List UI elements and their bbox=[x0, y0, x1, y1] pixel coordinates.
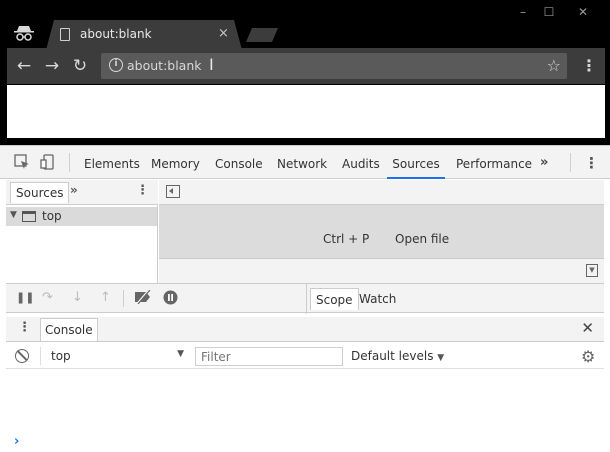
tab-watch[interactable]: Watch bbox=[354, 288, 401, 310]
pause-icon[interactable]: ❚❚ bbox=[16, 291, 34, 304]
toolbar-divider bbox=[570, 153, 571, 172]
step-over-icon[interactable]: ↷ bbox=[42, 290, 53, 305]
step-out-icon[interactable]: ↑ bbox=[100, 290, 111, 305]
star-icon[interactable]: ☆ bbox=[547, 56, 561, 75]
browser-tab[interactable]: about:blank × bbox=[46, 20, 242, 50]
tab-elements[interactable]: Elements bbox=[84, 146, 140, 179]
url-text: about:blank bbox=[127, 58, 202, 73]
tab-title: about:blank bbox=[80, 27, 152, 41]
text-cursor-icon: I bbox=[209, 55, 214, 74]
toolbar-divider bbox=[69, 153, 70, 172]
page-icon bbox=[60, 28, 70, 41]
prompt-chevron-icon: › bbox=[14, 434, 20, 449]
browser-window: – ☐ ✕ about:blank × ← → ↻ i about:blank bbox=[0, 0, 610, 145]
inspect-element-icon[interactable] bbox=[14, 154, 30, 174]
context-select[interactable]: top ▼ bbox=[40, 347, 184, 365]
chevron-down-icon: ▼ bbox=[437, 353, 445, 363]
gear-icon[interactable]: ⚙ bbox=[581, 347, 595, 366]
devtools-menu-icon[interactable]: ⋮ bbox=[584, 154, 599, 172]
tab-close-icon[interactable]: × bbox=[218, 26, 229, 41]
toolbar-divider bbox=[123, 290, 124, 307]
reload-icon[interactable]: ↻ bbox=[69, 55, 91, 77]
minimize-button[interactable]: – bbox=[510, 4, 536, 20]
info-icon[interactable]: i bbox=[109, 58, 123, 72]
tab-scope[interactable]: Scope bbox=[310, 288, 359, 310]
navigator-tab-sources[interactable]: Sources bbox=[10, 182, 70, 203]
pane-divider[interactable] bbox=[306, 284, 307, 314]
expand-triangle-icon[interactable]: ▼ bbox=[10, 210, 17, 220]
screen: – ☐ ✕ about:blank × ← → ↻ i about:blank bbox=[0, 0, 610, 452]
navigator-pane: Sources » ⋮ ▼ top bbox=[6, 180, 158, 283]
drawer-menu-icon[interactable]: ⋮ bbox=[18, 320, 31, 335]
pause-on-exceptions-icon[interactable] bbox=[163, 290, 178, 309]
chevron-down-icon: ▼ bbox=[177, 349, 184, 359]
drawer-tabbar: ⋮ Console ✕ bbox=[6, 317, 604, 342]
more-tabs-icon[interactable]: » bbox=[540, 155, 548, 170]
tab-memory[interactable]: Memory bbox=[151, 146, 200, 179]
filter-input[interactable] bbox=[195, 347, 343, 366]
back-arrow-icon[interactable]: ← bbox=[13, 55, 35, 77]
tab-console[interactable]: Console bbox=[215, 146, 263, 179]
drawer-tab-console[interactable]: Console bbox=[40, 318, 98, 341]
devtools-tabbar: Elements Memory Console Network Audits S… bbox=[0, 146, 610, 179]
address-bar[interactable]: i about:blank I ☆ bbox=[101, 53, 567, 79]
shortcut-keys: Ctrl + P bbox=[323, 232, 370, 246]
window-close-button[interactable]: ✕ bbox=[566, 4, 600, 20]
tree-item-top[interactable]: ▼ top bbox=[6, 207, 157, 226]
log-levels-dropdown[interactable]: Default levels ▼ bbox=[351, 349, 444, 363]
frame-icon bbox=[22, 211, 36, 222]
close-icon[interactable]: ✕ bbox=[581, 319, 594, 337]
browser-toolbar: ← → ↻ i about:blank I ☆ ⋮ bbox=[7, 48, 605, 84]
editor-placeholder: Ctrl + P Open file bbox=[159, 205, 604, 258]
console-prompt-line[interactable]: › bbox=[6, 374, 604, 449]
tab-sources[interactable]: Sources bbox=[387, 146, 445, 179]
tab-audits[interactable]: Audits bbox=[342, 146, 380, 179]
navigator-menu-icon[interactable]: ⋮ bbox=[136, 183, 149, 198]
browser-menu-icon[interactable]: ⋮ bbox=[581, 56, 597, 76]
incognito-icon bbox=[12, 23, 36, 43]
context-value: top bbox=[51, 349, 71, 363]
tab-network[interactable]: Network bbox=[277, 146, 327, 179]
devtools: Elements Memory Console Network Audits S… bbox=[0, 145, 610, 452]
tree-item-label: top bbox=[42, 209, 62, 223]
shortcut-label: Open file bbox=[395, 232, 450, 246]
navigator-tabbar: Sources » ⋮ bbox=[6, 180, 158, 205]
page-viewport bbox=[7, 85, 605, 138]
console-drawer: ⋮ Console ✕ top ▼ Default levels ▼ ⚙ › bbox=[6, 314, 604, 452]
log-levels-label: Default levels bbox=[351, 349, 434, 363]
editor-pane: Ctrl + P Open file ▼ bbox=[159, 180, 604, 283]
maximize-button[interactable]: ☐ bbox=[536, 4, 562, 20]
editor-footer: ▼ bbox=[159, 258, 604, 283]
tab-performance[interactable]: Performance bbox=[456, 146, 532, 179]
toggle-debugger-icon[interactable]: ▼ bbox=[586, 264, 598, 277]
deactivate-breakpoints-icon[interactable] bbox=[134, 289, 152, 308]
toggle-navigator-icon[interactable] bbox=[166, 185, 180, 198]
navigator-more-icon[interactable]: » bbox=[70, 183, 78, 197]
forward-arrow-icon[interactable]: → bbox=[41, 55, 63, 77]
step-into-icon[interactable]: ↓ bbox=[72, 290, 83, 305]
clear-console-icon[interactable] bbox=[15, 349, 29, 363]
new-tab-button[interactable] bbox=[246, 28, 278, 42]
console-toolbar: top ▼ Default levels ▼ ⚙ bbox=[6, 343, 604, 369]
editor-toolbar bbox=[159, 180, 604, 205]
debugger-toolbar: ❚❚ ↷ ↓ ↑ Scope Watch bbox=[6, 283, 604, 314]
device-toolbar-icon[interactable] bbox=[40, 154, 56, 174]
